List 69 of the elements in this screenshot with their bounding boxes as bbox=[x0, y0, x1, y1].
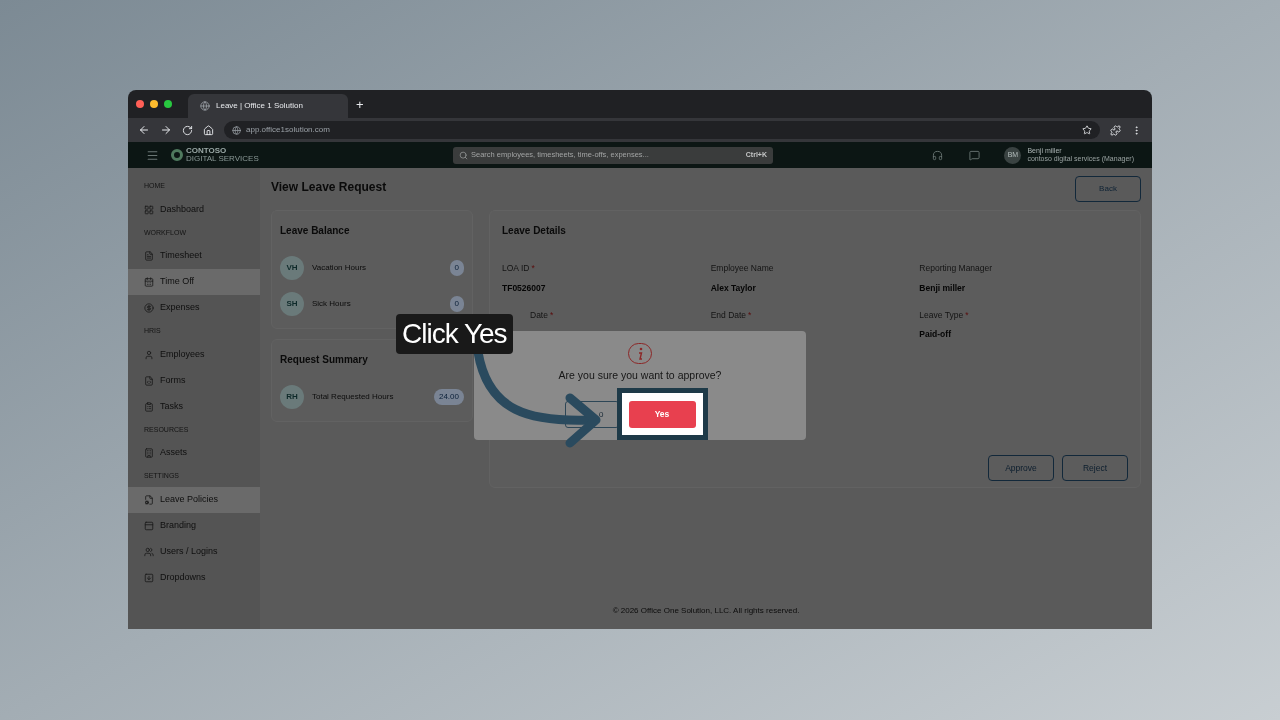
field-label: Leave Type bbox=[919, 308, 964, 322]
menu-icon[interactable] bbox=[146, 148, 159, 162]
field-label: End Date bbox=[710, 308, 747, 322]
dollar-icon bbox=[144, 303, 154, 313]
field-value: Benji miller bbox=[919, 281, 966, 295]
required-mark: * bbox=[965, 308, 969, 322]
field-label: Reporting Manager bbox=[919, 262, 993, 275]
home-icon[interactable] bbox=[203, 124, 214, 136]
message-icon[interactable] bbox=[969, 149, 981, 161]
document-icon bbox=[144, 251, 154, 261]
calendar-icon bbox=[144, 277, 154, 287]
initials-avatar: SH bbox=[280, 292, 304, 316]
clipboard-icon bbox=[144, 401, 154, 412]
browser-tab[interactable]: Leave | Office 1 Solution bbox=[188, 94, 348, 118]
field-label: Date bbox=[530, 308, 548, 322]
initials-avatar: RH bbox=[280, 385, 304, 409]
dialog-message: Are you sure you want to approve? bbox=[558, 368, 722, 384]
sidebar-item[interactable]: Leave Policies bbox=[128, 486, 260, 513]
required-mark: * bbox=[748, 308, 752, 322]
action-button[interactable]: Approve bbox=[988, 455, 1054, 481]
field-value: Paid-off bbox=[919, 328, 951, 341]
globe-icon bbox=[232, 125, 241, 135]
sidebar-item[interactable]: Time Off bbox=[128, 269, 260, 295]
minimize-window-icon[interactable] bbox=[150, 100, 158, 108]
new-tab-button[interactable]: + bbox=[356, 97, 364, 111]
close-window-icon[interactable] bbox=[136, 100, 144, 108]
logo-icon bbox=[171, 149, 183, 161]
logo-text: CONTOSO bbox=[186, 147, 228, 155]
field-value: Alex Taylor bbox=[710, 281, 756, 295]
headset-icon[interactable] bbox=[932, 149, 944, 161]
back-button[interactable]: Back bbox=[1075, 176, 1141, 202]
page-title: View Leave Request bbox=[271, 179, 387, 196]
stat-value: 0 bbox=[449, 260, 464, 276]
required-mark: * bbox=[549, 308, 554, 322]
stat-label: Total Requested Hours bbox=[312, 391, 395, 403]
bookmark-icon[interactable] bbox=[1082, 125, 1092, 135]
code-file-icon bbox=[144, 375, 154, 386]
download-box-icon bbox=[144, 572, 154, 583]
stat-label: Vacation Hours bbox=[312, 262, 368, 274]
card-title: Leave Balance bbox=[280, 224, 351, 238]
search-icon bbox=[459, 150, 468, 160]
logo-subtitle: DIGITAL SERVICES bbox=[186, 155, 259, 163]
extensions-icon[interactable] bbox=[1110, 124, 1121, 136]
panel-icon bbox=[144, 520, 154, 531]
field-value: TF0526007 bbox=[502, 281, 546, 295]
tutorial-callout: Click Yes bbox=[396, 314, 513, 354]
card-title: Leave Details bbox=[502, 224, 567, 238]
grid-icon bbox=[144, 204, 154, 215]
action-button[interactable]: Reject bbox=[1062, 455, 1128, 481]
initials-avatar: VH bbox=[280, 256, 304, 280]
person-icon bbox=[144, 349, 154, 360]
stat-label: Sick Hours bbox=[312, 298, 352, 310]
field-label: LOA ID bbox=[502, 262, 530, 275]
address-field[interactable]: app.office1solution.com bbox=[224, 121, 1100, 139]
footer-text: © 2026 Office One Solution, LLC. All rights reserved. bbox=[611, 605, 801, 617]
back-icon[interactable] bbox=[138, 124, 150, 136]
field-label: Employee Name bbox=[710, 262, 774, 275]
file-gear-icon bbox=[144, 494, 154, 505]
forward-icon[interactable] bbox=[160, 124, 172, 136]
building-icon bbox=[144, 448, 154, 458]
globe-icon bbox=[200, 101, 210, 111]
required-mark: * bbox=[531, 262, 535, 275]
stat-value: 0 bbox=[449, 296, 464, 312]
people-icon bbox=[144, 546, 154, 557]
stat-value: 24.00 bbox=[433, 389, 464, 405]
maximize-window-icon[interactable] bbox=[164, 100, 172, 108]
reload-icon[interactable] bbox=[182, 124, 193, 136]
card-title: Request Summary bbox=[280, 353, 369, 367]
yes-button[interactable]: Yes bbox=[628, 401, 696, 428]
